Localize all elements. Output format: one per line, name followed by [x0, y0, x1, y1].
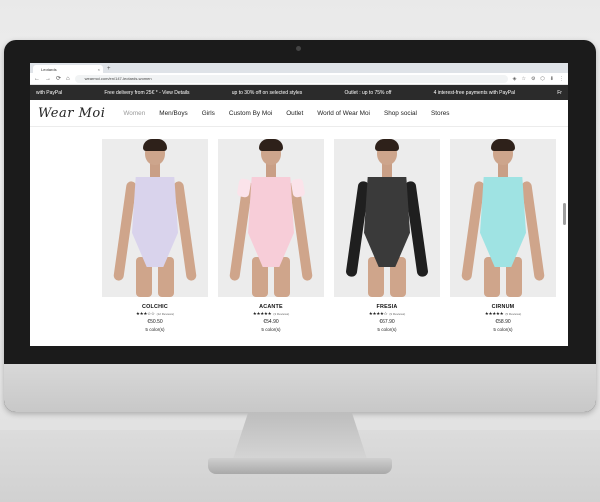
- product-card[interactable]: COLCHIC ★★★☆☆ (12 Reviews) €50.50 5 colo…: [102, 139, 208, 343]
- product-price: €54.90: [263, 319, 279, 325]
- back-icon[interactable]: ←: [34, 76, 40, 82]
- leotard-shape: [364, 177, 410, 267]
- star-rating-icon: ★★★☆☆: [135, 311, 155, 316]
- webcam: [296, 46, 301, 51]
- product-rating: ★★★★★ (5 Reviews): [485, 311, 522, 317]
- nav-world-of-wear-moi[interactable]: World of Wear Moi: [317, 110, 370, 117]
- close-tab-icon[interactable]: ×: [98, 67, 100, 72]
- star-rating-icon: ★★★★★: [484, 311, 504, 316]
- nav-outlet[interactable]: Outlet: [286, 110, 303, 117]
- star-rating-icon: ★★★★☆: [368, 311, 388, 316]
- bookmark-star-icon[interactable]: ☆: [521, 76, 525, 82]
- tab-title: Leotards: [41, 66, 57, 72]
- product-card[interactable]: ACANTE ★★★★★ (3 Reviews) €54.90 5 color(…: [218, 139, 324, 343]
- monitor-stand-base: [208, 458, 392, 474]
- review-count[interactable]: (3 Reviews): [273, 312, 289, 316]
- promo-item[interactable]: with PayPal: [36, 90, 62, 96]
- nav-women[interactable]: Women: [123, 110, 145, 117]
- review-count[interactable]: (9 Reviews): [389, 312, 405, 316]
- extension-icon[interactable]: ◈: [513, 76, 517, 82]
- sleeve-shape: [290, 178, 306, 198]
- browser-tab[interactable]: Leotards ×: [33, 65, 103, 73]
- review-count[interactable]: (5 Reviews): [505, 312, 521, 316]
- reload-icon[interactable]: ⟳: [56, 75, 61, 82]
- promo-item[interactable]: up to 30% off on selected styles: [232, 90, 303, 96]
- product-card[interactable]: CIRNUM ★★★★★ (5 Reviews) €58.90 5 color(…: [450, 139, 556, 343]
- product-photo[interactable]: [334, 139, 440, 297]
- promo-item[interactable]: Free delivery from 25€ * - View Details: [104, 90, 189, 96]
- product-rating: ★★★★★ (3 Reviews): [253, 311, 290, 317]
- product-photo[interactable]: [450, 139, 556, 297]
- monitor-chin: [4, 364, 596, 412]
- product-price: €67.90: [379, 319, 395, 325]
- product-colors: 5 color(s): [145, 327, 165, 332]
- product-name[interactable]: COLCHIC: [142, 304, 168, 310]
- monitor-stand: [232, 412, 368, 462]
- screen: Leotards × + ← → ⟳ ⌂ wearmoi.com/en/147-…: [30, 63, 568, 346]
- review-count[interactable]: (12 Reviews): [157, 312, 175, 316]
- browser-toolbar-icons: ◈ ☆ ⚙ ⬡ ⬇ ⋮: [513, 76, 564, 82]
- product-photo[interactable]: [102, 139, 208, 297]
- product-rating: ★★★★☆ (9 Reviews): [369, 311, 406, 317]
- leotard-shape: [480, 177, 526, 267]
- product-photo[interactable]: [218, 139, 324, 297]
- product-name[interactable]: CIRNUM: [492, 304, 515, 310]
- leotard-shape: [248, 177, 294, 267]
- product-price: €50.50: [147, 319, 163, 325]
- puzzle-icon[interactable]: ⬡: [540, 76, 544, 82]
- nav-stores[interactable]: Stores: [431, 110, 449, 117]
- nav-custom-by-moi[interactable]: Custom By Moi: [229, 110, 272, 117]
- address-bar: ← → ⟳ ⌂ wearmoi.com/en/147-leotards-wome…: [30, 73, 568, 85]
- promo-item[interactable]: Outlet : up to 75% off: [344, 90, 391, 96]
- product-colors: 5 color(s): [493, 327, 513, 332]
- settings-icon[interactable]: ⚙: [531, 76, 535, 82]
- nav-shop-social[interactable]: Shop social: [384, 110, 417, 117]
- browser-tab-bar: Leotards × +: [30, 63, 568, 73]
- download-icon[interactable]: ⬇: [550, 76, 554, 82]
- star-rating-icon: ★★★★★: [252, 311, 272, 316]
- product-colors: 5 color(s): [377, 327, 397, 332]
- nav-girls[interactable]: Girls: [202, 110, 215, 117]
- product-name[interactable]: FRESIA: [377, 304, 398, 310]
- url-field[interactable]: wearmoi.com/en/147-leotards-women: [74, 74, 508, 83]
- promo-bar: with PayPal Free delivery from 25€ * - V…: [30, 85, 568, 100]
- product-grid: COLCHIC ★★★☆☆ (12 Reviews) €50.50 5 colo…: [102, 139, 558, 343]
- leotard-shape: [132, 177, 178, 267]
- menu-icon[interactable]: ⋮: [559, 76, 564, 82]
- home-icon[interactable]: ⌂: [66, 76, 70, 82]
- promo-item[interactable]: Fr: [557, 90, 562, 96]
- product-rating: ★★★☆☆ (12 Reviews): [136, 311, 174, 317]
- product-card[interactable]: FRESIA ★★★★☆ (9 Reviews) €67.90 5 color(…: [334, 139, 440, 343]
- promo-item[interactable]: 4 interest-free payments with PayPal: [434, 90, 515, 96]
- site-navigation: Wear Moi Women Men/Boys Girls Custom By …: [30, 100, 568, 127]
- product-name[interactable]: ACANTE: [259, 304, 283, 310]
- product-price: €58.90: [495, 319, 511, 325]
- new-tab-button[interactable]: +: [107, 65, 111, 73]
- product-colors: 5 color(s): [261, 327, 281, 332]
- nav-men-boys[interactable]: Men/Boys: [159, 110, 187, 117]
- wear-moi-logo[interactable]: Wear Moi: [38, 106, 105, 121]
- forward-icon[interactable]: →: [45, 76, 51, 82]
- page-scrollbar[interactable]: [563, 203, 566, 225]
